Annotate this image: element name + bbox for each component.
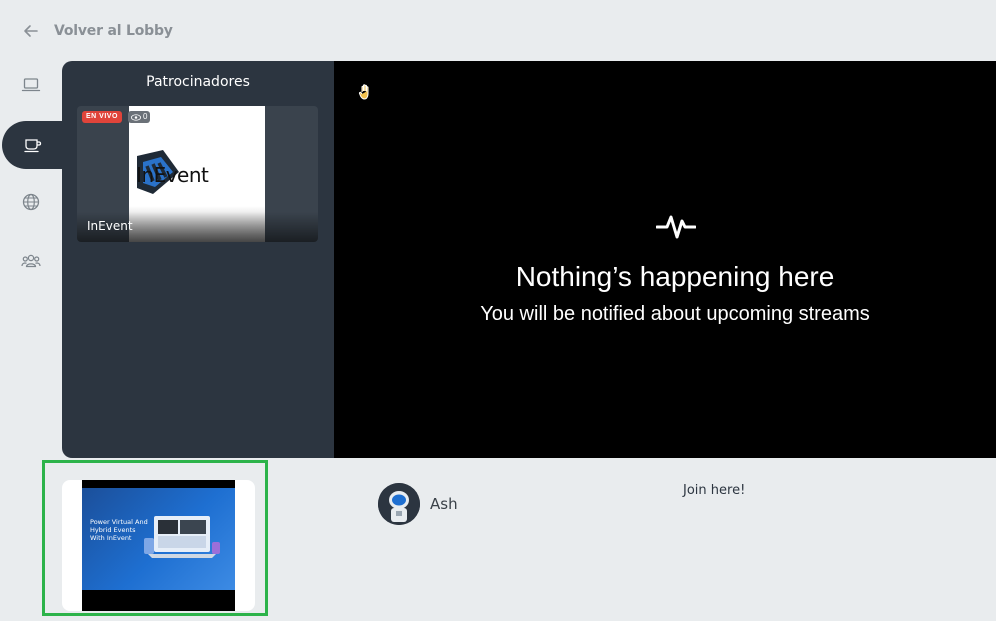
promo-slide: Power Virtual And Hybrid Events With InE… <box>82 488 235 590</box>
rail-item-globe[interactable] <box>0 178 62 226</box>
sponsor-card-inevent[interactable]: InEvent InEvent <box>77 106 318 242</box>
viewer-count: 0 <box>143 112 148 121</box>
stream-stage: Nothing’s happening here You will be not… <box>334 61 996 458</box>
astronaut-icon <box>378 483 420 525</box>
laptop-icon <box>21 78 41 92</box>
join-here-link[interactable]: Join here! <box>683 483 745 498</box>
sponsor-name: InEvent <box>87 219 133 233</box>
pulse-icon <box>656 215 696 239</box>
eye-icon <box>131 113 141 121</box>
arrow-left-icon <box>24 24 38 37</box>
top-bar: Volver al Lobby <box>0 0 996 61</box>
host-name: Ash <box>430 495 458 513</box>
globe-icon <box>22 193 40 211</box>
coffee-cup-icon <box>24 139 42 153</box>
rail-item-people[interactable] <box>0 237 62 285</box>
rail-item-laptop[interactable] <box>0 61 62 109</box>
sponsors-title: Patrocinadores <box>146 74 250 90</box>
host-info: Ash <box>378 483 458 525</box>
video-thumbnail[interactable]: Power Virtual And Hybrid Events With InE… <box>62 480 255 611</box>
people-icon <box>21 254 41 268</box>
raise-hand-icon[interactable] <box>358 83 374 101</box>
host-avatar[interactable] <box>378 483 420 525</box>
back-to-lobby-link[interactable]: Volver al Lobby <box>22 22 173 40</box>
sponsor-logo-text: InEvent <box>136 163 209 187</box>
video-thumbnail-highlight: Power Virtual And Hybrid Events With InE… <box>42 460 268 616</box>
video-preview: Power Virtual And Hybrid Events With InE… <box>82 480 235 611</box>
viewer-count-badge: 0 <box>128 111 151 123</box>
live-badge: EN VIVO <box>82 111 122 123</box>
laptop-illustration <box>144 516 220 558</box>
left-rail <box>0 61 64 461</box>
slide-text: Power Virtual And Hybrid Events With InE… <box>90 518 148 542</box>
back-to-lobby-label: Volver al Lobby <box>54 22 173 39</box>
empty-state-headline: Nothing’s happening here <box>515 261 835 292</box>
empty-state-subtext: You will be notified about upcoming stre… <box>480 303 870 325</box>
rail-item-coffee[interactable] <box>2 121 64 169</box>
